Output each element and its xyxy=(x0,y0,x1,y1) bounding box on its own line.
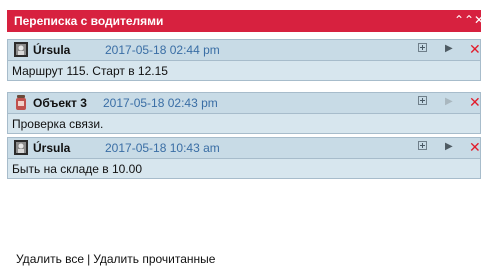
delete-icon[interactable]: ✕ xyxy=(469,41,481,58)
footer-actions: Удалить все | Удалить прочитанные xyxy=(16,252,215,266)
panel-title: Переписка с водителями xyxy=(14,14,164,28)
close-icon[interactable]: ✕ xyxy=(474,13,481,27)
play-icon[interactable]: ▶ xyxy=(445,43,453,54)
delete-icon[interactable]: ✕ xyxy=(469,94,481,111)
play-icon[interactable]: ▶ xyxy=(445,141,453,152)
message-text: Маршрут 115. Старт в 12.15 xyxy=(12,64,168,78)
message-text: Проверка связи. xyxy=(12,117,104,131)
collapse-icon[interactable]: ⌃⌃ xyxy=(454,13,474,27)
driver-chat-panel: Переписка с водителями ⌃⌃ ✕ Úrsula 2017-… xyxy=(0,0,481,269)
message-body: Проверка связи. xyxy=(7,113,481,134)
message-time: 2017-05-18 10:43 am xyxy=(105,141,220,155)
message-header: Úrsula 2017-05-18 02:44 pm ▶ ✕ xyxy=(7,39,481,60)
message-item: Úrsula 2017-05-18 02:44 pm ▶ ✕ Маршрут 1… xyxy=(7,39,481,81)
message-body: Маршрут 115. Старт в 12.15 xyxy=(7,60,481,81)
panel-titlebar: Переписка с водителями ⌃⌃ ✕ xyxy=(7,10,481,32)
message-header: Объект 3 2017-05-18 02:43 pm ▶ ✕ xyxy=(7,92,481,113)
message-time: 2017-05-18 02:43 pm xyxy=(103,96,218,110)
message-item: Объект 3 2017-05-18 02:43 pm ▶ ✕ Проверк… xyxy=(7,92,481,134)
message-header: Úrsula 2017-05-18 10:43 am ▶ ✕ xyxy=(7,137,481,158)
object-tracker-icon xyxy=(16,95,26,110)
play-icon[interactable]: ▶ xyxy=(445,96,453,107)
message-sender: Úrsula xyxy=(33,43,71,57)
driver-avatar-icon xyxy=(14,140,28,155)
message-text: Быть на складе в 10.00 xyxy=(12,162,143,176)
message-sender: Úrsula xyxy=(33,141,71,155)
expand-icon[interactable] xyxy=(418,43,427,52)
delete-all-link[interactable]: Удалить все xyxy=(16,252,84,266)
message-body: Быть на складе в 10.00 xyxy=(7,158,481,179)
delete-icon[interactable]: ✕ xyxy=(469,139,481,156)
message-time: 2017-05-18 02:44 pm xyxy=(105,43,220,57)
expand-icon[interactable] xyxy=(418,96,427,105)
message-item: Úrsula 2017-05-18 10:43 am ▶ ✕ Быть на с… xyxy=(7,137,481,179)
message-sender: Объект 3 xyxy=(33,96,87,110)
delete-read-link[interactable]: Удалить прочитанные xyxy=(93,252,215,266)
driver-avatar-icon xyxy=(14,42,28,57)
expand-icon[interactable] xyxy=(418,141,427,150)
footer-separator: | xyxy=(87,252,91,266)
